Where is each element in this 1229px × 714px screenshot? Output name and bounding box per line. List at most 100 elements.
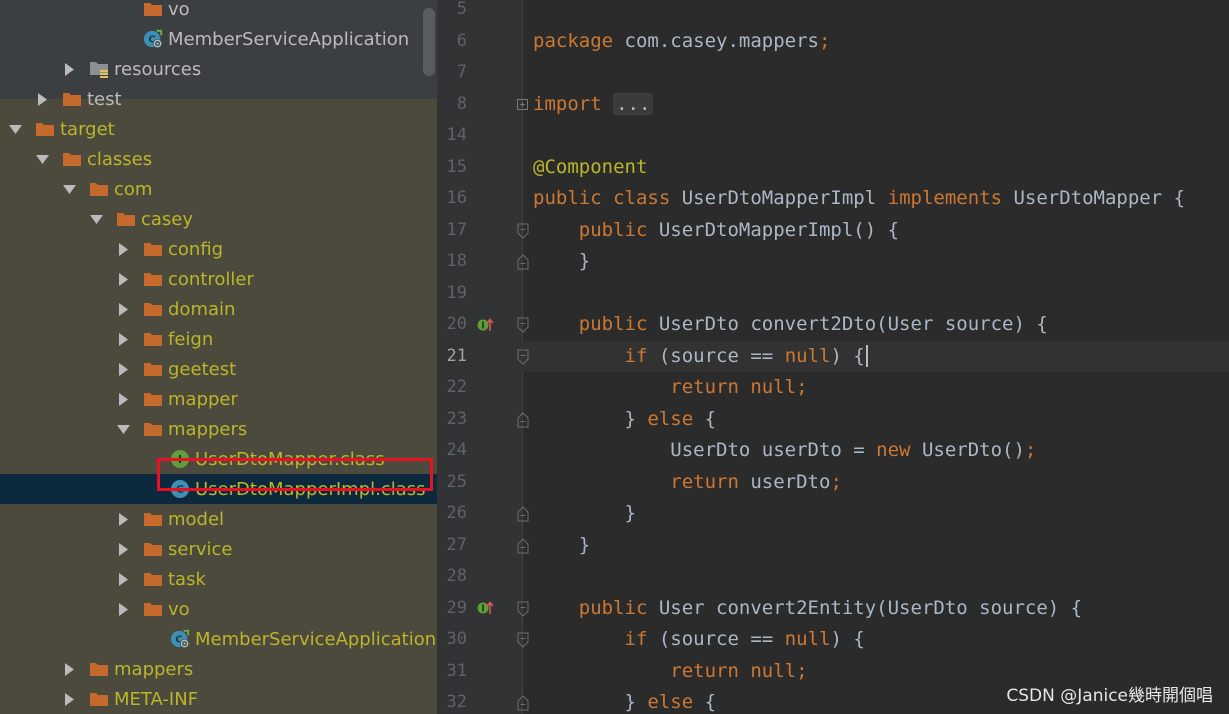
tree-scrollbar[interactable] xyxy=(423,8,435,76)
code-line[interactable]: 30 if (source == null) { xyxy=(437,624,1229,655)
folder-icon xyxy=(116,209,136,229)
folder-icon xyxy=(143,299,163,319)
tree-item[interactable]: geetest xyxy=(0,354,437,384)
code-line[interactable]: 20 public UserDto convert2Dto(User sourc… xyxy=(437,309,1229,340)
code-editor[interactable]: 5 6 package com.casey.mappers; 7 8 import ...… xyxy=(437,0,1229,714)
expand-arrow-icon[interactable] xyxy=(116,324,130,354)
code-line[interactable]: 22 return null; xyxy=(437,372,1229,403)
fold-marker-icon[interactable] xyxy=(517,537,529,554)
tree-item[interactable]: test xyxy=(0,84,437,114)
code-line[interactable]: 16 public class UserDtoMapperImpl impleme… xyxy=(437,183,1229,214)
expand-arrow-icon[interactable] xyxy=(62,54,76,84)
code-line[interactable]: 29 public User convert2Entity(UserDto so… xyxy=(437,593,1229,624)
code-token: null xyxy=(784,344,831,367)
code-line[interactable]: 14 xyxy=(437,120,1229,151)
expand-arrow-icon[interactable] xyxy=(116,594,130,624)
code-text: public User convert2Entity(UserDto sourc… xyxy=(533,593,1082,624)
tree-item-label: geetest xyxy=(168,358,237,380)
tree-item[interactable]: model xyxy=(0,504,437,534)
tree-item[interactable]: classes xyxy=(0,144,437,174)
collapse-arrow-icon[interactable] xyxy=(116,414,130,444)
tree-item[interactable]: casey xyxy=(0,204,437,234)
code-token: } xyxy=(533,250,591,272)
collapse-arrow-icon[interactable] xyxy=(89,204,103,234)
fold-marker-icon[interactable] xyxy=(517,254,529,270)
code-line[interactable]: 28 xyxy=(437,561,1229,592)
expand-arrow-icon[interactable] xyxy=(116,234,130,264)
fold-marker-icon[interactable] xyxy=(517,349,529,365)
expand-arrow-icon[interactable] xyxy=(35,84,49,114)
tree-item[interactable]: META-INF xyxy=(0,684,437,714)
code-line[interactable]: 19 xyxy=(437,278,1229,309)
folder-icon xyxy=(143,269,163,289)
tree-item[interactable]: mapper xyxy=(0,384,437,414)
code-token: ) { xyxy=(830,628,865,650)
code-token: UserDtoMapper { xyxy=(1013,187,1186,209)
tree-item[interactable]: target xyxy=(0,114,437,144)
collapse-arrow-icon[interactable] xyxy=(35,144,49,174)
code-line[interactable]: 18 } xyxy=(437,246,1229,277)
expand-arrow-icon[interactable] xyxy=(116,504,130,534)
collapse-arrow-icon[interactable] xyxy=(62,174,76,204)
code-line[interactable]: 23 } else { xyxy=(437,404,1229,435)
code-line[interactable]: 17 public UserDtoMapperImpl() { xyxy=(437,215,1229,246)
tree-item[interactable]: mappers xyxy=(0,414,437,444)
code-line[interactable]: 8 import ... xyxy=(437,89,1229,120)
fold-marker-icon[interactable] xyxy=(517,317,529,333)
code-text: if (source == null) { xyxy=(533,624,865,655)
code-line[interactable]: 26 } xyxy=(437,498,1229,529)
tree-item[interactable]: resources xyxy=(0,54,437,84)
tree-item[interactable]: feign xyxy=(0,324,437,354)
tree-item[interactable]: controller xyxy=(0,264,437,294)
code-line[interactable]: 5 xyxy=(437,0,1229,25)
expand-arrow-icon[interactable] xyxy=(116,534,130,564)
tree-item[interactable]: mappers xyxy=(0,654,437,684)
code-line[interactable]: 27 } xyxy=(437,530,1229,561)
expand-arrow-icon[interactable] xyxy=(62,684,76,714)
code-token: package xyxy=(533,29,614,52)
fold-marker-icon[interactable] xyxy=(517,506,529,522)
expand-arrow-icon[interactable] xyxy=(116,384,130,414)
collapse-arrow-icon[interactable] xyxy=(8,114,22,144)
code-line[interactable]: 6 package com.casey.mappers; xyxy=(437,26,1229,57)
fold-marker-icon[interactable] xyxy=(517,601,529,617)
fold-marker-icon[interactable] xyxy=(517,632,529,648)
tree-item[interactable]: C MemberServiceApplication xyxy=(0,24,437,54)
line-number: 29 xyxy=(446,597,467,618)
code-text: public UserDtoMapperImpl() { xyxy=(533,215,899,246)
fold-marker-icon[interactable] xyxy=(517,411,529,428)
expand-arrow-icon[interactable] xyxy=(116,564,130,594)
tree-item[interactable]: domain xyxy=(0,294,437,324)
implements-method-icon[interactable] xyxy=(477,316,495,333)
code-line[interactable]: 24 UserDto userDto = new UserDto(); xyxy=(437,435,1229,466)
implements-method-icon[interactable] xyxy=(477,600,495,617)
code-line[interactable]: 21 if (source == null) { xyxy=(437,340,1229,372)
folder-icon xyxy=(62,89,82,109)
expand-arrow-icon[interactable] xyxy=(116,354,130,384)
code-line[interactable]: 15 @Component xyxy=(437,152,1229,183)
tree-item[interactable]: com xyxy=(0,174,437,204)
code-token: ; xyxy=(1024,439,1037,461)
fold-expand-icon[interactable] xyxy=(517,97,529,113)
tree-item[interactable]: task xyxy=(0,564,437,594)
tree-item[interactable]: CMemberServiceApplication.class xyxy=(0,624,437,654)
code-text: UserDto userDto = new UserDto(); xyxy=(533,435,1036,466)
expand-arrow-icon[interactable] xyxy=(62,654,76,684)
line-number: 7 xyxy=(456,62,467,82)
fold-marker-icon[interactable] xyxy=(517,223,529,239)
expand-arrow-icon[interactable] xyxy=(116,294,130,324)
tree-item[interactable]: config xyxy=(0,234,437,264)
tree-item[interactable]: vo xyxy=(0,594,437,624)
code-line[interactable]: 25 return userDto; xyxy=(437,467,1229,498)
code-token: { xyxy=(704,691,717,713)
tree-item[interactable]: service xyxy=(0,534,437,564)
fold-marker-icon[interactable] xyxy=(517,695,529,711)
tree-item-label: vo xyxy=(168,598,190,620)
expand-arrow-icon[interactable] xyxy=(116,264,130,294)
tree-item[interactable]: vo xyxy=(0,0,437,24)
code-line[interactable]: 7 xyxy=(437,57,1229,88)
code-token: (source == xyxy=(658,344,785,367)
folded-imports[interactable]: ... xyxy=(613,92,654,115)
